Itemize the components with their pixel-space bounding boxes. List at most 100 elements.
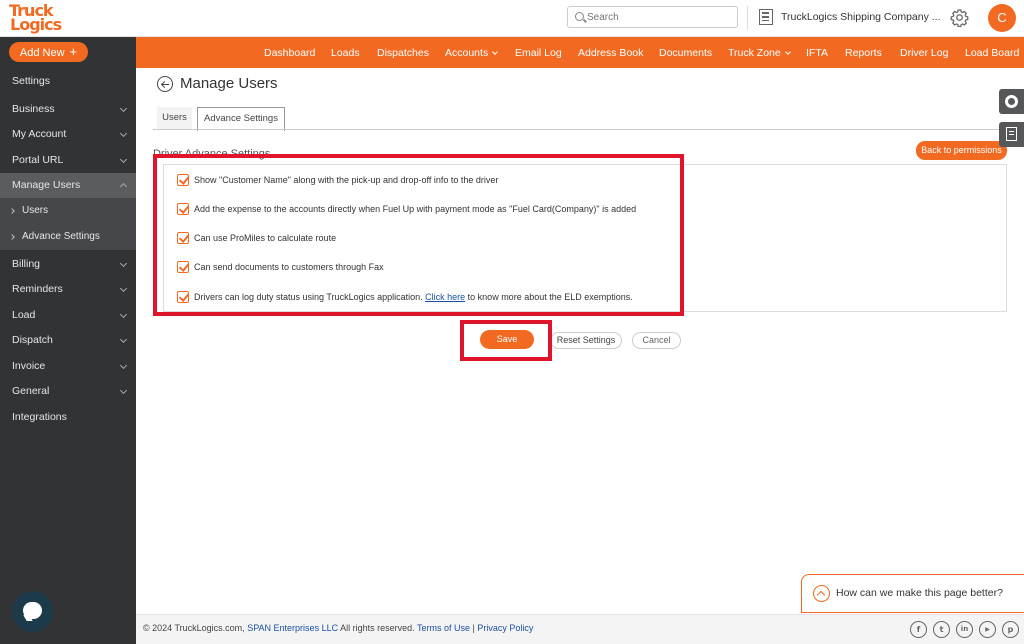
nav-accounts[interactable]: Accounts — [445, 37, 499, 68]
sidebar-item-my-account[interactable]: My Account — [0, 122, 136, 147]
nav-dashboard[interactable]: Dashboard — [264, 37, 315, 68]
chevron-right-icon — [9, 208, 15, 214]
main-nav: Dashboard Loads Dispatches Accounts Emai… — [136, 37, 1024, 68]
facebook-icon[interactable]: f — [910, 621, 927, 638]
span-enterprises-link[interactable]: SPAN Enterprises LLC — [247, 623, 338, 633]
chat-icon — [23, 602, 42, 619]
chevron-down-icon — [119, 104, 128, 113]
youtube-icon[interactable]: ▶ — [979, 621, 996, 638]
header-divider — [747, 6, 748, 30]
sidebar-item-label: Manage Users — [12, 179, 81, 191]
sidebar-item-label: Reminders — [12, 283, 63, 295]
gear-icon[interactable] — [950, 8, 969, 27]
company-name: TruckLogics Shipping Company ... — [781, 11, 941, 23]
footer-text: © 2024 TruckLogics.com, SPAN Enterprises… — [143, 623, 533, 633]
chevron-down-icon — [119, 310, 128, 319]
nav-dispatches[interactable]: Dispatches — [377, 37, 429, 68]
nav-truck-zone[interactable]: Truck Zone — [728, 37, 791, 68]
tab-users[interactable]: Users — [157, 107, 192, 130]
linkedin-icon[interactable]: in — [956, 621, 973, 638]
sidebar-item-label: Invoice — [12, 360, 46, 372]
highlight-save-box — [460, 320, 552, 361]
chevron-up-circle-icon — [813, 585, 830, 602]
sidebar-item-load[interactable]: Load — [0, 303, 136, 328]
twitter-icon[interactable]: t — [933, 621, 950, 638]
tabs-divider — [153, 129, 1007, 130]
sidebar-item-billing[interactable]: Billing — [0, 252, 136, 277]
footer: © 2024 TruckLogics.com, SPAN Enterprises… — [136, 614, 1024, 644]
sidebar-item-label: Settings — [12, 75, 50, 87]
footer-separator: | — [472, 623, 475, 633]
sidebar-item-label: Business — [12, 103, 55, 115]
cancel-button[interactable]: Cancel — [632, 332, 681, 349]
sidebar-item-business[interactable]: Business — [0, 97, 136, 122]
sidebar-item-label: Billing — [12, 258, 41, 270]
back-arrow-icon[interactable] — [157, 76, 173, 92]
highlight-options-box — [153, 154, 684, 316]
top-header: Truck Logics TruckLogics Shipping Compan… — [0, 0, 1024, 37]
sidebar-item-label: Integrations — [12, 411, 67, 423]
chat-button[interactable] — [12, 591, 53, 632]
chevron-down-icon — [784, 49, 791, 55]
chevron-down-icon — [119, 129, 128, 138]
search-box[interactable] — [567, 6, 738, 28]
chevron-down-icon — [119, 284, 128, 293]
search-input[interactable] — [587, 10, 732, 24]
sidebar-item-integrations[interactable]: Integrations — [0, 405, 136, 430]
logo-text-logics: Logics — [10, 15, 62, 34]
sidebar-item-reminders[interactable]: Reminders — [0, 277, 136, 302]
add-new-button[interactable]: Add New + — [9, 42, 88, 62]
sidebar-item-label: General — [12, 385, 50, 397]
chevron-down-icon — [492, 49, 499, 55]
rights-text: All rights reserved. — [340, 623, 415, 633]
add-new-label: Add New — [19, 47, 65, 59]
nav-address-book[interactable]: Address Book — [578, 37, 643, 68]
chevron-down-icon — [119, 155, 128, 164]
sidebar-item-portal-url[interactable]: Portal URL — [0, 148, 136, 173]
privacy-link[interactable]: Privacy Policy — [477, 623, 533, 633]
chevron-right-icon — [9, 234, 15, 240]
terms-link[interactable]: Terms of Use — [417, 623, 470, 633]
plus-icon: + — [69, 44, 78, 59]
nav-label: Truck Zone — [728, 47, 781, 59]
pinterest-icon[interactable]: p — [1002, 621, 1019, 638]
sidebar-subitem-users[interactable]: Users — [0, 198, 136, 224]
quick-settings-button[interactable] — [999, 89, 1024, 114]
back-to-permissions-button[interactable]: Back to permissions — [916, 141, 1007, 160]
user-avatar[interactable]: C — [988, 4, 1016, 32]
nav-label: Accounts — [445, 47, 489, 59]
building-icon — [759, 9, 773, 25]
tab-advance-settings[interactable]: Advance Settings — [197, 107, 285, 131]
chevron-up-icon — [119, 182, 128, 191]
sidebar-item-label: Load — [12, 309, 36, 321]
sidebar: Add New + Settings Business My Account Po… — [0, 37, 136, 644]
sidebar-item-dispatch[interactable]: Dispatch — [0, 328, 136, 353]
chevron-down-icon — [119, 259, 128, 268]
sidebar-item-settings[interactable]: Settings — [0, 69, 136, 94]
sidebar-item-label: My Account — [12, 128, 67, 140]
page-title: Manage Users — [180, 75, 278, 92]
sidebar-item-invoice[interactable]: Invoice — [0, 354, 136, 379]
nav-load-board[interactable]: Load Board — [965, 37, 1019, 68]
nav-driver-log[interactable]: Driver Log — [900, 37, 948, 68]
gear-icon — [1005, 95, 1018, 108]
trucklogics-logo[interactable]: Truck Logics — [8, 3, 78, 35]
nav-documents[interactable]: Documents — [659, 37, 712, 68]
chevron-down-icon — [119, 335, 128, 344]
nav-ifta[interactable]: IFTA — [806, 37, 828, 68]
feedback-widget[interactable]: How can we make this page better? — [801, 574, 1024, 613]
sidebar-item-general[interactable]: General — [0, 379, 136, 404]
chevron-down-icon — [119, 386, 128, 395]
nav-reports[interactable]: Reports — [845, 37, 882, 68]
feedback-label: How can we make this page better? — [836, 587, 1003, 599]
sidebar-item-manage-users[interactable]: Manage Users — [0, 173, 136, 198]
sidebar-item-label: Users — [22, 205, 49, 216]
nav-loads[interactable]: Loads — [331, 37, 360, 68]
nav-email-log[interactable]: Email Log — [515, 37, 562, 68]
sidebar-subitem-advance-settings[interactable]: Advance Settings — [0, 224, 136, 250]
document-icon — [1006, 127, 1017, 141]
sidebar-item-label: Portal URL — [12, 154, 64, 166]
company-selector[interactable]: TruckLogics Shipping Company ... — [759, 8, 941, 28]
notes-button[interactable] — [999, 122, 1024, 147]
reset-settings-button[interactable]: Reset Settings — [550, 332, 622, 349]
